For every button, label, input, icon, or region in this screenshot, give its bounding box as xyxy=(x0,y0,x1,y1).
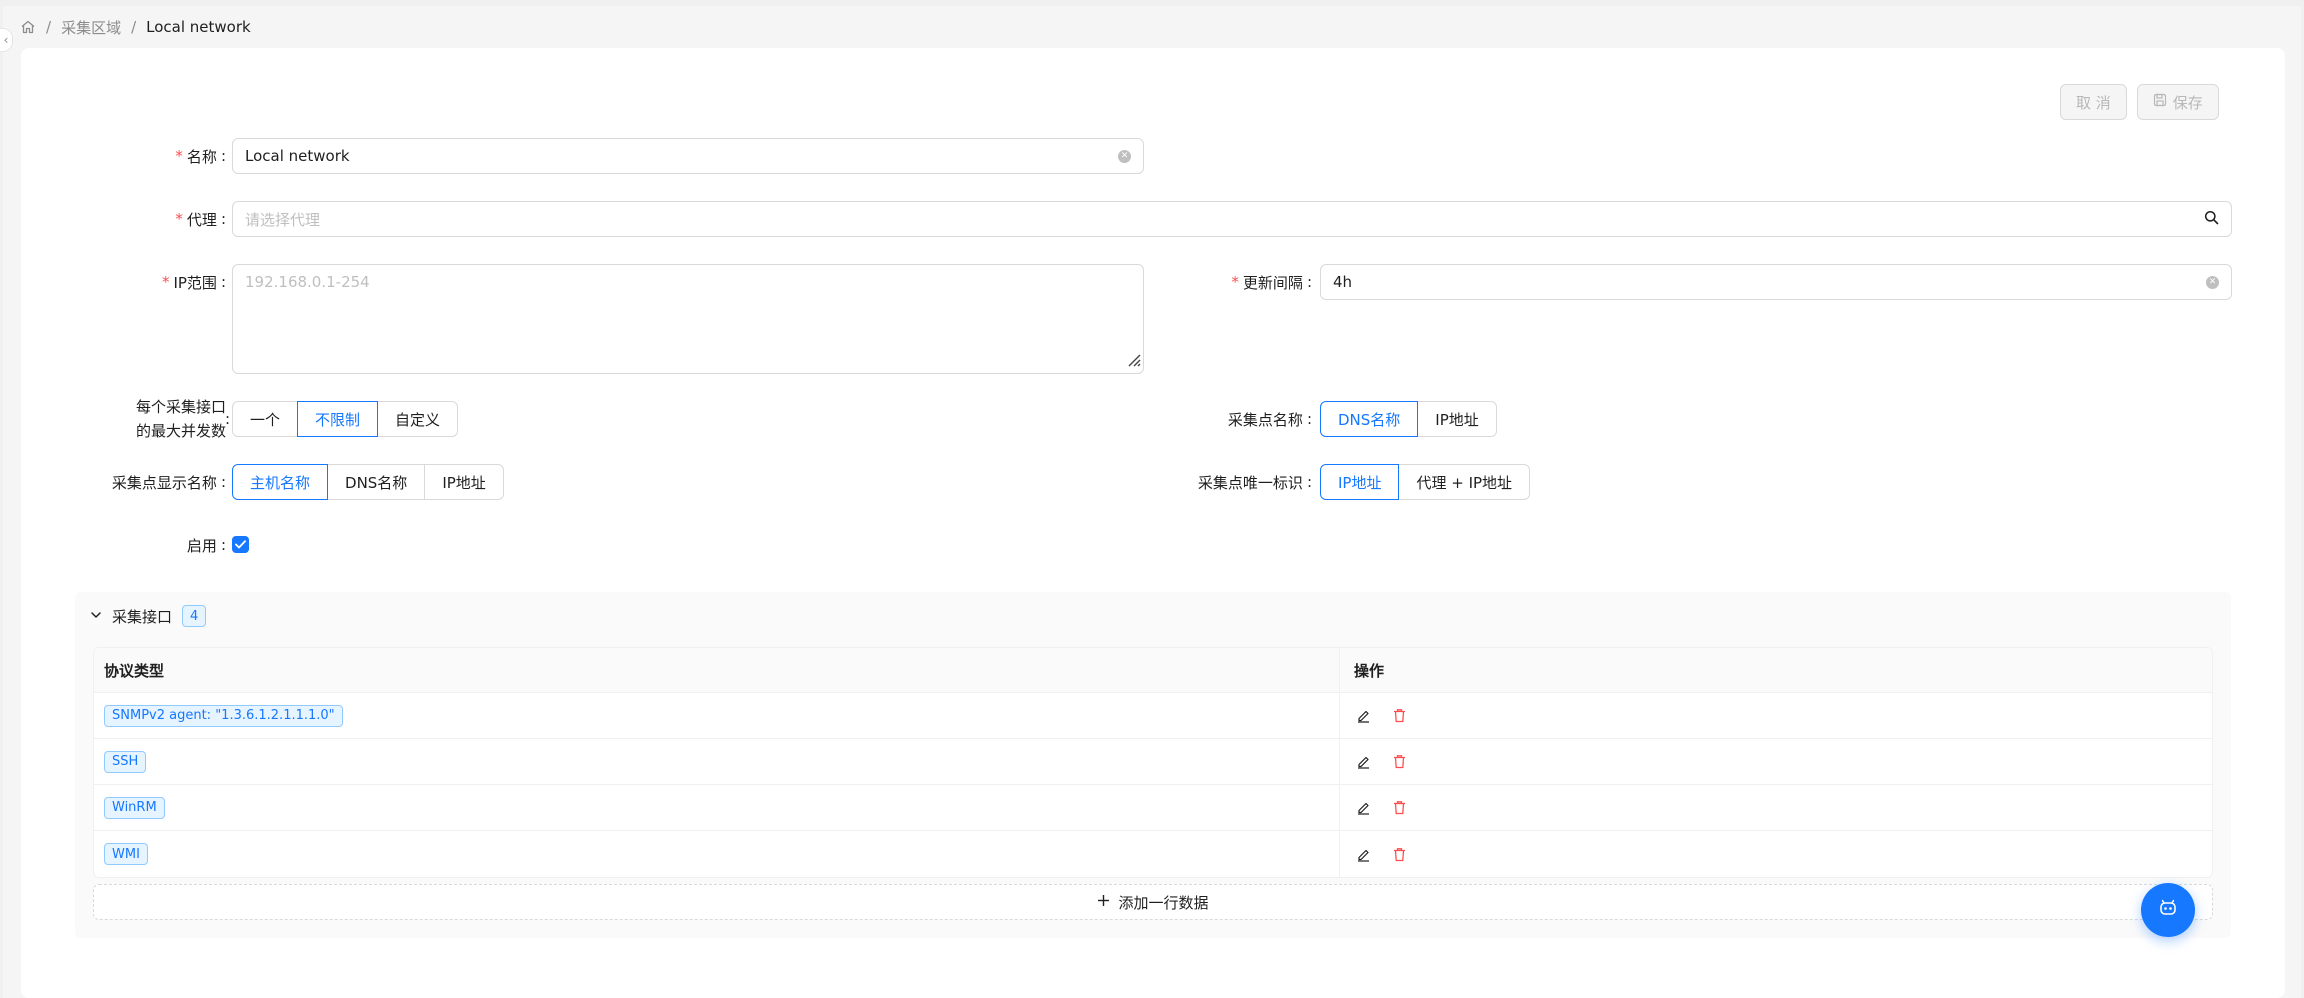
interfaces-section-header[interactable]: 采集接口 4 xyxy=(90,604,207,628)
chevron-down-icon[interactable] xyxy=(90,607,102,625)
ip-range-label: * IP范围: xyxy=(161,273,226,292)
table-row: SSH xyxy=(94,739,2212,785)
option-one[interactable]: 一个 xyxy=(232,401,299,437)
breadcrumb-separator: / xyxy=(131,18,137,36)
display-name-label: 采集点显示名称: xyxy=(111,473,226,492)
clear-icon[interactable]: ✕ xyxy=(2206,275,2219,289)
save-icon xyxy=(2153,93,2167,111)
breadcrumb-item-current: Local network xyxy=(146,18,251,36)
collect-point-name-segmented: DNS名称 IP地址 xyxy=(1320,401,1497,437)
breadcrumb-separator: / xyxy=(46,18,52,36)
interfaces-table: 协议类型 操作 SNMPv2 agent: "1.3.6.1.2.1.1.1.0… xyxy=(93,647,2213,878)
label-colon: : xyxy=(224,410,230,428)
unique-id-segmented: IP地址 代理 + IP地址 xyxy=(1320,464,1531,500)
ip-range-textarea[interactable]: 192.168.0.1-254 xyxy=(232,264,1144,374)
proxy-label: * 代理: xyxy=(175,210,226,229)
plus-icon xyxy=(1097,893,1110,911)
option-unlimited[interactable]: 不限制 xyxy=(297,401,379,437)
option-dns-name[interactable]: DNS名称 xyxy=(327,464,426,500)
display-name-segmented: 主机名称 DNS名称 IP地址 xyxy=(232,464,504,500)
option-ip-address[interactable]: IP地址 xyxy=(1417,401,1497,437)
edit-icon[interactable] xyxy=(1354,753,1372,771)
breadcrumb: / 采集区域 / Local network xyxy=(20,17,251,37)
option-proxy-plus-ip[interactable]: 代理 + IP地址 xyxy=(1398,464,1531,500)
edit-icon[interactable] xyxy=(1354,845,1372,863)
protocol-tag: WinRM xyxy=(104,796,165,819)
proxy-select[interactable]: 请选择代理 xyxy=(232,201,2232,237)
name-label: * 名称: xyxy=(175,147,226,166)
enabled-label: 启用: xyxy=(186,536,226,555)
delete-icon[interactable] xyxy=(1390,845,1408,863)
option-custom[interactable]: 自定义 xyxy=(377,401,459,437)
protocol-tag: SNMPv2 agent: "1.3.6.1.2.1.1.1.0" xyxy=(104,704,343,727)
search-icon[interactable] xyxy=(2204,210,2219,229)
table-header-row: 协议类型 操作 xyxy=(94,648,2212,693)
table-row: WMI xyxy=(94,831,2212,877)
max-concurrency-label: 每个采集接口 的最大并发数 xyxy=(135,398,226,440)
assistant-float-button[interactable] xyxy=(2141,883,2195,937)
delete-icon[interactable] xyxy=(1390,799,1408,817)
option-host-name[interactable]: 主机名称 xyxy=(232,464,329,500)
save-button[interactable]: 保存 xyxy=(2136,84,2219,120)
max-concurrency-segmented: 一个 不限制 自定义 xyxy=(232,401,459,437)
table-row: SNMPv2 agent: "1.3.6.1.2.1.1.1.0" xyxy=(94,693,2212,739)
option-ip-address[interactable]: IP地址 xyxy=(424,464,504,500)
unique-id-label: 采集点唯一标识: xyxy=(1197,473,1312,492)
option-dns-name[interactable]: DNS名称 xyxy=(1320,401,1419,437)
update-interval-label: * 更新间隔: xyxy=(1231,273,1312,292)
interfaces-title: 采集接口 xyxy=(112,607,173,626)
protocol-tag: SSH xyxy=(104,750,147,773)
enabled-checkbox[interactable] xyxy=(232,536,249,553)
clear-icon[interactable]: ✕ xyxy=(1118,149,1131,163)
top-actions: 取 消 保存 xyxy=(2060,84,2219,120)
protocol-tag: WMI xyxy=(104,843,148,865)
update-interval-input[interactable]: 4h ✕ xyxy=(1320,264,2232,300)
add-row-button[interactable]: 添加一行数据 xyxy=(93,884,2213,920)
chevron-left-icon: ‹ xyxy=(3,33,9,47)
collect-point-name-label: 采集点名称: xyxy=(1227,410,1312,429)
table-row: WinRM xyxy=(94,785,2212,831)
edit-icon[interactable] xyxy=(1354,799,1372,817)
option-ip-address[interactable]: IP地址 xyxy=(1320,464,1400,500)
breadcrumb-item-collect-area[interactable]: 采集区域 xyxy=(61,17,121,38)
column-header-actions: 操作 xyxy=(1354,661,1385,680)
interfaces-count-badge: 4 xyxy=(182,605,207,627)
resize-handle-icon[interactable] xyxy=(1127,353,1141,371)
cancel-button[interactable]: 取 消 xyxy=(2060,84,2127,120)
column-header-protocol: 协议类型 xyxy=(94,648,1340,692)
home-icon[interactable] xyxy=(20,19,36,35)
name-input[interactable]: Local network ✕ xyxy=(232,138,1144,174)
delete-icon[interactable] xyxy=(1390,707,1408,725)
robot-icon xyxy=(2157,897,2179,923)
edit-icon[interactable] xyxy=(1354,707,1372,725)
check-icon xyxy=(235,540,246,549)
delete-icon[interactable] xyxy=(1390,753,1408,771)
